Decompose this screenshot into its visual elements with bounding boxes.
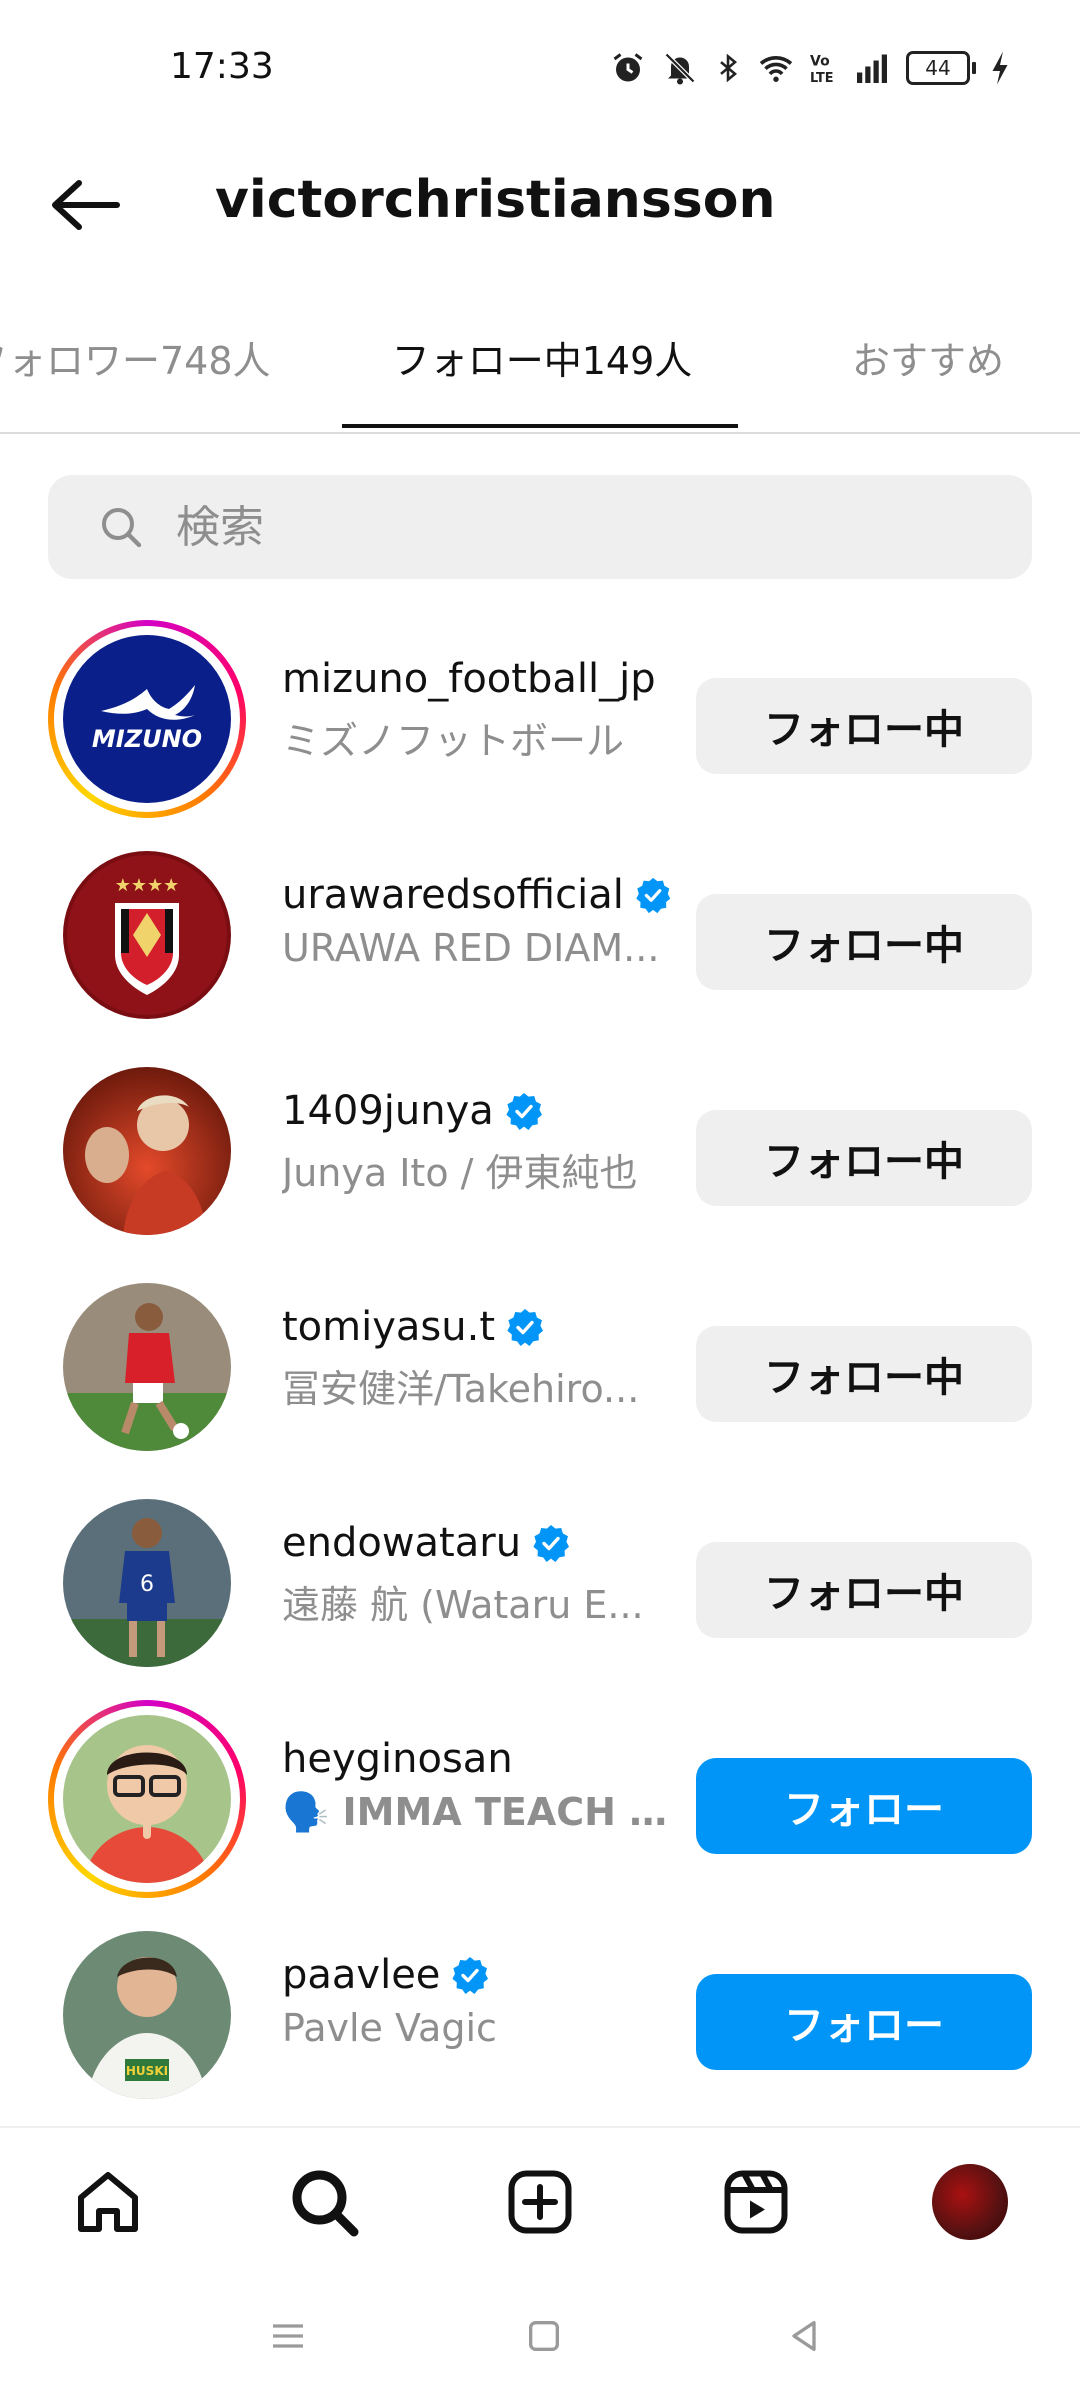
following-button[interactable]: フォロー中 [696, 678, 1032, 774]
follow-button[interactable]: フォロー [696, 1758, 1032, 1854]
profile-username: victorchristiansson [215, 170, 776, 230]
back-arrow-icon [52, 180, 120, 230]
account-fullname: ミズノフットボール [282, 719, 625, 763]
profile-header: victorchristiansson [0, 150, 1080, 260]
following-button[interactable]: フォロー中 [696, 1110, 1032, 1206]
list-item[interactable]: 1409junya Junya Ito / 伊東純也 フォロー中 [0, 1052, 1080, 1268]
verified-badge-icon [533, 1525, 570, 1562]
volte-icon: VoLTE [810, 54, 834, 86]
list-item[interactable]: MIZUNO mizuno_football_jp ミズノフットボール フォロー… [0, 620, 1080, 836]
account-username[interactable]: 1409junya [282, 1088, 494, 1134]
status-icons: Vo LTE 44 [610, 50, 1010, 86]
verified-badge-icon [452, 1957, 489, 1994]
account-fullname: Junya Ito / 伊東純也 [282, 1151, 638, 1195]
account-fullname: 🗣️ IMMA TEACH ... [282, 1790, 672, 1834]
tab-followers[interactable]: フォロワー748人 [0, 330, 271, 385]
account-fullname: Pavle Vagic [282, 2006, 497, 2050]
urawa-avatar: ★★★★ [63, 851, 231, 1019]
search-icon [96, 502, 146, 552]
list-item[interactable]: ★★★★ urawaredsofficial URAWA RED DIAM...… [0, 836, 1080, 1052]
list-item[interactable]: HUSKI paavlee Pavle Vagic フォロー [0, 1916, 1080, 2132]
following-button[interactable]: フォロー中 [696, 1326, 1032, 1422]
square-icon [529, 2321, 559, 2351]
wifi-icon [759, 56, 793, 82]
account-fullname: URAWA RED DIAM... [282, 926, 660, 970]
avatar[interactable] [48, 1700, 246, 1898]
avatar[interactable] [48, 1268, 246, 1466]
home-icon [78, 2172, 138, 2232]
list-item[interactable]: 6 endowataru 遠藤 航 (Wataru E... フォロー中 [0, 1484, 1080, 1700]
avatar[interactable] [48, 1052, 246, 1250]
account-username[interactable]: heyginosan [282, 1736, 513, 1782]
follow-button[interactable]: フォロー [696, 1974, 1032, 2070]
svg-text:MIZUNO: MIZUNO [92, 725, 202, 753]
create-post-icon [508, 2170, 572, 2234]
account-fullname: 冨安健洋/Takehiro... [282, 1367, 640, 1411]
account-username[interactable]: urawaredsofficial [282, 872, 624, 918]
system-navigation [0, 2266, 1080, 2400]
avatar[interactable]: MIZUNO [48, 620, 246, 818]
avatar[interactable]: HUSKI [48, 1916, 246, 2114]
bluetooth-icon [720, 53, 738, 83]
account-username[interactable]: endowataru [282, 1520, 521, 1566]
battery-indicator: 44 [906, 51, 976, 85]
verified-badge-icon [506, 1093, 542, 1130]
following-button[interactable]: フォロー中 [696, 894, 1032, 990]
following-button[interactable]: フォロー中 [696, 1542, 1032, 1638]
svg-text:LTE: LTE [810, 71, 834, 86]
status-time: 17:33 [170, 46, 274, 87]
search-input[interactable] [174, 500, 938, 554]
svg-text:★★★★: ★★★★ [115, 875, 180, 896]
nav-home[interactable] [68, 2162, 148, 2242]
status-bar: 17:33 Vo LTE 44 [0, 0, 1080, 140]
nav-reels[interactable] [716, 2162, 796, 2242]
junya-avatar [63, 1067, 231, 1235]
account-username[interactable]: mizuno_football_jp [282, 656, 656, 702]
svg-text:6: 6 [140, 1572, 154, 1597]
avatar[interactable]: ★★★★ [48, 836, 246, 1034]
story-ring: MIZUNO [48, 620, 246, 818]
mizuno-avatar: MIZUNO [63, 635, 231, 803]
tab-following[interactable]: フォロー中149人 [342, 330, 742, 385]
nav-profile[interactable] [930, 2162, 1010, 2242]
svg-text:HUSKI: HUSKI [126, 2064, 168, 2078]
avatar[interactable]: 6 [48, 1484, 246, 1682]
tab-suggested[interactable]: おすすめ [852, 330, 1004, 385]
system-back-button[interactable] [774, 2306, 834, 2366]
account-fullname: 遠藤 航 (Wataru E... [282, 1583, 644, 1627]
system-menu-button[interactable] [258, 2306, 318, 2366]
charging-icon [992, 51, 1008, 85]
following-list: MIZUNO mizuno_football_jp ミズノフットボール フォロー… [0, 620, 1080, 2132]
heyginosan-avatar [63, 1715, 231, 1883]
list-item[interactable]: tomiyasu.t 冨安健洋/Takehiro... フォロー中 [0, 1268, 1080, 1484]
back-button[interactable] [40, 170, 130, 240]
verified-badge-icon [507, 1309, 544, 1346]
endo-avatar: 6 [63, 1499, 231, 1667]
paavlee-avatar: HUSKI [63, 1931, 231, 2099]
reels-icon [724, 2170, 788, 2234]
signal-icon [857, 54, 887, 83]
account-username[interactable]: tomiyasu.t [282, 1304, 495, 1350]
battery-level: 44 [906, 51, 970, 85]
search-bar [48, 475, 1032, 579]
nav-create[interactable] [500, 2162, 580, 2242]
alarm-icon [613, 53, 643, 82]
active-tab-indicator [342, 424, 738, 428]
follow-tabs: フォロワー748人 フォロー中149人 おすすめ [0, 320, 1080, 434]
nav-search[interactable] [284, 2162, 364, 2242]
search-icon [292, 2170, 359, 2237]
list-item[interactable]: heyginosan 🗣️ IMMA TEACH ... フォロー [0, 1700, 1080, 1916]
profile-avatar [932, 2164, 1008, 2240]
svg-text:Vo: Vo [810, 54, 830, 70]
menu-icon [273, 2324, 303, 2348]
system-home-button[interactable] [514, 2306, 574, 2366]
account-username[interactable]: paavlee [282, 1952, 440, 1998]
verified-badge-icon [636, 877, 671, 914]
story-ring [48, 1700, 246, 1898]
triangle-back-icon [792, 2321, 816, 2351]
bottom-navigation [0, 2126, 1080, 2268]
mute-icon [664, 52, 696, 85]
tomiyasu-avatar [63, 1283, 231, 1451]
